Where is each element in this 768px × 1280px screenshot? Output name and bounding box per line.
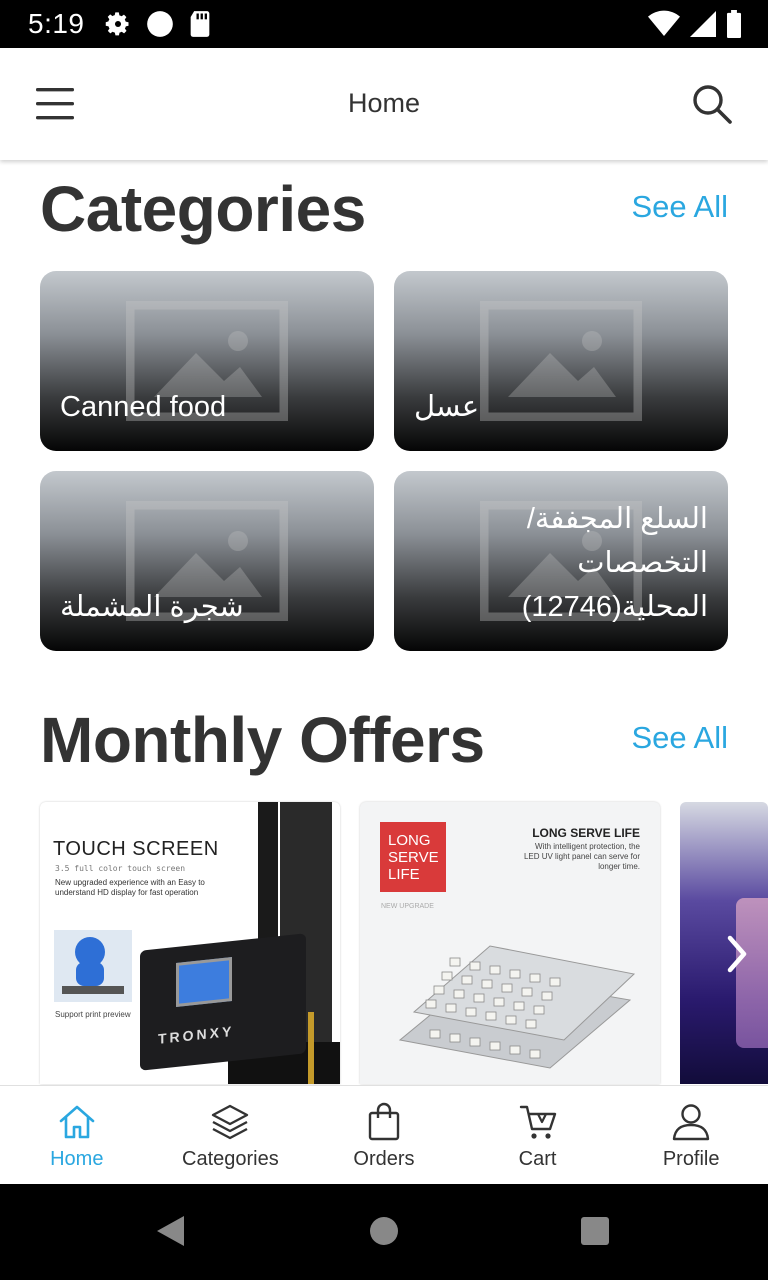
circle-icon xyxy=(147,11,173,37)
status-icons-left xyxy=(104,10,212,38)
offer-line: New upgraded experience with an Easy to xyxy=(55,878,205,887)
carousel-next-button[interactable] xyxy=(722,934,754,974)
bottom-navigation: Home Categories Orders Cart Profile xyxy=(0,1085,768,1184)
category-card-dried-goods[interactable]: السلع المجففة/ التخصصات المحلية(12746) xyxy=(394,471,728,651)
recents-icon[interactable] xyxy=(580,1216,610,1246)
offer-line: longer time. xyxy=(598,862,640,871)
shopping-bag-icon xyxy=(368,1102,400,1141)
offer-card-long-serve-life[interactable]: LONG SERVE LIFE NEW UPGRADE LONG SERVE L… xyxy=(360,802,660,1084)
offer-line: LED UV light panel can serve for xyxy=(523,852,640,861)
offers-see-all-link[interactable]: See All xyxy=(631,720,728,756)
offer-heading: TOUCH SCREEN xyxy=(53,838,219,860)
home-icon xyxy=(59,1105,95,1139)
brand-label: TRONXY xyxy=(158,1022,235,1047)
offer-line: With intelligent protection, the xyxy=(535,842,640,851)
badge-line: LONG xyxy=(388,832,431,849)
status-bar: 5:19 xyxy=(0,0,768,48)
screen-display xyxy=(176,957,232,1007)
category-label: Canned food xyxy=(60,391,227,423)
category-label: السلع المجففة/ التخصصات المحلية(12746) xyxy=(521,503,708,623)
signal-icon xyxy=(690,11,716,37)
sd-card-icon xyxy=(190,11,210,37)
offer-badge: LONG SERVE LIFE xyxy=(380,822,446,892)
nav-label: Profile xyxy=(662,1148,720,1170)
category-label: شجرة المشملة xyxy=(60,591,244,623)
nav-label: Orders xyxy=(353,1148,415,1170)
wifi-icon xyxy=(648,10,680,36)
search-icon xyxy=(693,85,732,124)
offer-subheading: 3.5 full color touch screen xyxy=(55,864,186,873)
printed-figure-image xyxy=(54,930,132,1002)
nav-label: Categories xyxy=(182,1148,279,1170)
category-card-canned-food[interactable]: Canned food xyxy=(40,271,374,451)
status-time: 5:19 xyxy=(28,8,85,39)
offer-heading: LONG SERVE LIFE xyxy=(532,826,640,840)
printer-rod xyxy=(308,1012,314,1084)
cart-icon xyxy=(519,1105,556,1139)
chevron-right-icon xyxy=(727,935,747,973)
offer-card-touch-screen[interactable]: TOUCH SCREEN 3.5 full color touch screen… xyxy=(40,802,340,1084)
offer-tag: NEW UPGRADE xyxy=(381,903,434,910)
badge-line: LIFE xyxy=(388,866,420,883)
nav-item-orders[interactable]: Orders xyxy=(307,1086,461,1184)
back-icon[interactable] xyxy=(154,1214,186,1248)
badge-line: SERVE xyxy=(388,849,439,866)
monthly-offers-title: Monthly Offers xyxy=(40,704,485,776)
nav-label: Cart xyxy=(518,1148,557,1170)
app-bar: Home xyxy=(0,48,768,160)
offer-line: understand HD display for fast operation xyxy=(55,888,199,897)
layers-icon xyxy=(212,1104,249,1140)
category-card-loquat-tree[interactable]: شجرة المشملة xyxy=(40,471,374,651)
categories-title: Categories xyxy=(40,173,366,245)
offer-caption: Support print preview xyxy=(55,1010,131,1019)
system-navigation-bar xyxy=(0,1184,768,1280)
nav-item-home[interactable]: Home xyxy=(0,1086,154,1184)
touch-screen-panel: TRONXY xyxy=(140,933,306,1071)
category-label: عسل xyxy=(414,391,480,423)
page-title: Home xyxy=(347,88,421,118)
nav-item-categories[interactable]: Categories xyxy=(154,1086,308,1184)
categories-see-all-link[interactable]: See All xyxy=(631,189,728,225)
search-button[interactable] xyxy=(690,82,734,126)
category-card-honey[interactable]: عسل xyxy=(394,271,728,451)
battery-icon xyxy=(727,10,741,38)
led-panel-image xyxy=(398,945,636,1069)
user-icon xyxy=(672,1104,710,1141)
status-icons-right xyxy=(648,10,742,38)
home-circle-icon[interactable] xyxy=(369,1216,399,1246)
settings-icon xyxy=(105,12,129,36)
nav-label: Home xyxy=(50,1148,104,1170)
nav-item-profile[interactable]: Profile xyxy=(614,1086,768,1184)
nav-item-cart[interactable]: Cart xyxy=(461,1086,615,1184)
